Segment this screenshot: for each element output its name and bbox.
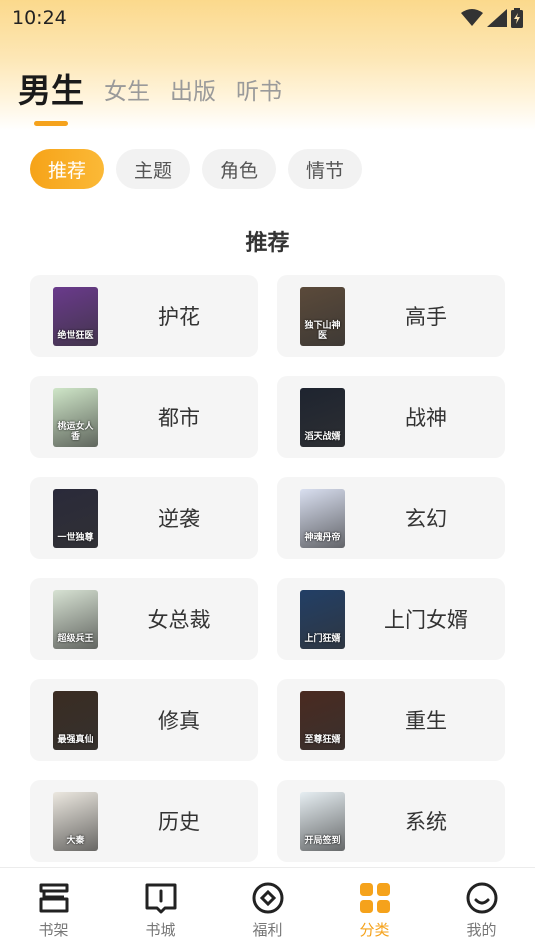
category-label: 玄幻	[405, 507, 447, 531]
book-cover: 最强真仙	[53, 691, 98, 750]
welfare-icon	[249, 879, 287, 917]
category-card[interactable]: 一世独尊 逆袭	[30, 477, 258, 559]
status-time: 10:24	[12, 7, 67, 29]
nav-label: 我的	[466, 921, 497, 939]
cover-title: 超级兵王	[57, 634, 94, 644]
book-cover: 一世独尊	[53, 489, 98, 548]
category-icon	[356, 879, 394, 917]
category-label: 高手	[405, 305, 447, 329]
battery-icon	[511, 8, 523, 28]
book-cover: 至尊狂婿	[300, 691, 345, 750]
cover-title: 绝世狂医	[57, 331, 94, 341]
category-label: 战神	[405, 406, 447, 430]
nav-label: 书城	[145, 921, 176, 939]
category-label: 历史	[158, 810, 200, 834]
category-label: 逆袭	[158, 507, 200, 531]
category-label: 重生	[405, 709, 447, 733]
nav-label: 书架	[38, 921, 69, 939]
chip-recommend[interactable]: 推荐	[30, 149, 105, 189]
wifi-icon	[461, 9, 483, 26]
filter-chips: 推荐 主题 角色 情节	[30, 149, 363, 189]
book-cover: 大秦	[53, 792, 98, 851]
book-cover: 超级兵王	[53, 590, 98, 649]
nav-profile[interactable]: 我的	[442, 879, 522, 940]
nav-bookstore[interactable]: 书城	[121, 879, 201, 940]
top-tabs: 男生 女生 出版 听书	[18, 52, 282, 112]
category-card[interactable]: 独下山神医 高手	[277, 275, 505, 357]
category-label: 修真	[158, 709, 200, 733]
tab-audiobook[interactable]: 听书	[236, 76, 282, 108]
chip-role[interactable]: 角色	[202, 149, 277, 189]
category-card[interactable]: 神魂丹帝 玄幻	[277, 477, 505, 559]
category-card[interactable]: 超级兵王 女总裁	[30, 578, 258, 660]
nav-label: 福利	[252, 921, 283, 939]
bookshelf-icon	[35, 879, 73, 917]
cover-title: 桃运女人香	[57, 422, 94, 442]
cover-title: 开局签到	[304, 836, 341, 846]
cover-title: 滔天战婿	[304, 432, 341, 442]
tab-male[interactable]: 男生	[18, 70, 84, 112]
category-card[interactable]: 大秦 历史	[30, 780, 258, 862]
category-card[interactable]: 至尊狂婿 重生	[277, 679, 505, 761]
category-card[interactable]: 上门狂婿 上门女婿	[277, 578, 505, 660]
cover-title: 一世独尊	[57, 533, 94, 543]
signal-icon	[487, 9, 507, 27]
cover-title: 上门狂婿	[304, 634, 341, 644]
category-card[interactable]: 最强真仙 修真	[30, 679, 258, 761]
category-card[interactable]: 绝世狂医 护花	[30, 275, 258, 357]
book-cover: 上门狂婿	[300, 590, 345, 649]
nav-category[interactable]: 分类	[335, 879, 415, 940]
cover-title: 神魂丹帝	[304, 533, 341, 543]
nav-welfare[interactable]: 福利	[228, 879, 308, 940]
section-title: 推荐	[245, 231, 290, 256]
status-bar: 10:24	[0, 0, 535, 36]
book-cover: 滔天战婿	[300, 388, 345, 447]
cover-title: 最强真仙	[57, 735, 94, 745]
chip-theme[interactable]: 主题	[116, 149, 191, 189]
status-icons	[461, 8, 523, 28]
chip-plot[interactable]: 情节	[288, 149, 363, 189]
book-store-icon	[142, 879, 180, 917]
book-cover: 独下山神医	[300, 287, 345, 346]
category-label: 护花	[158, 305, 200, 329]
category-grid: 绝世狂医 护花 独下山神医 高手 桃运女人香 都市 滔天战婿 战神 一世独尊 逆…	[30, 275, 505, 862]
category-label: 系统	[405, 810, 447, 834]
cover-title: 至尊狂婿	[304, 735, 341, 745]
profile-icon	[463, 879, 501, 917]
book-cover: 桃运女人香	[53, 388, 98, 447]
bottom-nav: 书架 书城 福利 分类 我的	[0, 867, 535, 951]
category-card[interactable]: 滔天战婿 战神	[277, 376, 505, 458]
category-card[interactable]: 桃运女人香 都市	[30, 376, 258, 458]
category-card[interactable]: 开局签到 系统	[277, 780, 505, 862]
nav-label: 分类	[359, 921, 390, 939]
book-cover: 绝世狂医	[53, 287, 98, 346]
category-label: 女总裁	[147, 608, 211, 632]
category-label: 上门女婿	[384, 608, 468, 632]
nav-bookshelf[interactable]: 书架	[14, 879, 94, 940]
cover-title: 独下山神医	[304, 321, 341, 341]
tab-female[interactable]: 女生	[104, 76, 150, 108]
book-cover: 神魂丹帝	[300, 489, 345, 548]
tab-publish[interactable]: 出版	[170, 76, 216, 108]
category-label: 都市	[158, 406, 200, 430]
book-cover: 开局签到	[300, 792, 345, 851]
cover-title: 大秦	[66, 836, 85, 846]
